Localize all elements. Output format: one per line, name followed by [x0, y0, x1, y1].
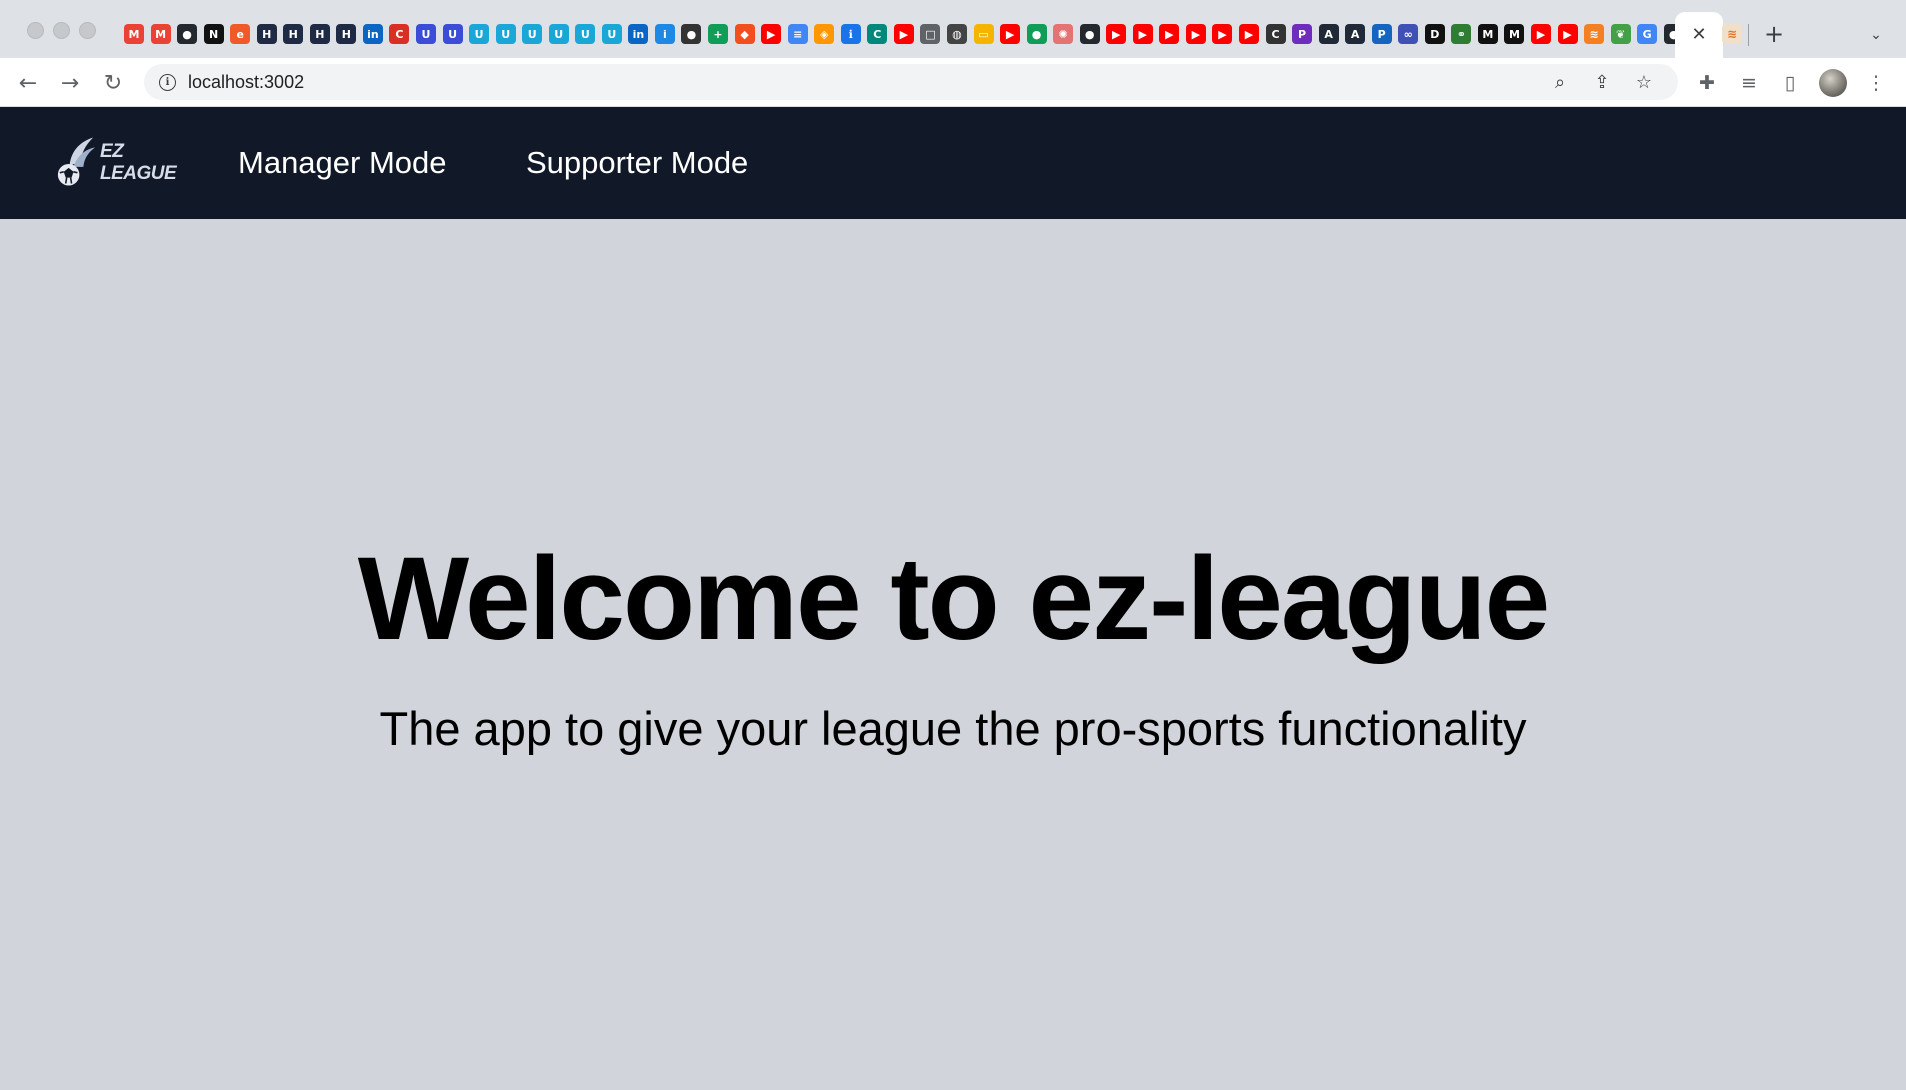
logo-text: EZ LEAGUE: [100, 141, 177, 184]
bookmark-star-icon[interactable]: ☆: [1632, 70, 1656, 94]
youtube-icon[interactable]: ▶: [1185, 24, 1206, 44]
url-text[interactable]: localhost:3002: [188, 72, 304, 93]
leaf-icon[interactable]: ❦: [1610, 24, 1631, 44]
youtube-icon[interactable]: ▶: [1530, 24, 1551, 44]
cc-icon[interactable]: C: [389, 24, 410, 44]
nav-supporter-mode[interactable]: Supporter Mode: [526, 145, 748, 181]
minimize-window-icon[interactable]: [53, 22, 70, 39]
infinity-icon[interactable]: ∞: [1398, 24, 1419, 44]
plus-icon[interactable]: +: [708, 24, 729, 44]
u-icon[interactable]: U: [442, 24, 463, 44]
app-navbar: EZ LEAGUE Manager Mode Supporter Mode: [0, 107, 1906, 219]
h-icon[interactable]: H: [336, 24, 357, 44]
google-icon[interactable]: G: [1637, 24, 1658, 44]
u-icon[interactable]: U: [495, 24, 516, 44]
a-icon[interactable]: A: [1318, 24, 1339, 44]
youtube-icon[interactable]: ▶: [1000, 24, 1021, 44]
hero-title: Welcome to ez-league: [357, 533, 1551, 665]
docs-icon[interactable]: ≡: [787, 24, 808, 44]
linkedin-icon[interactable]: in: [362, 24, 383, 44]
pinned-tabs: M M ● Ne H H H Hin C U U U U U U U Uin i ● + ◆ ▶ ≡ ◈ ℹ C ▶ □ ◍ ▭ ▶ ● ✺ ● ▶…: [124, 22, 1690, 46]
hero-subtitle: The app to give your league the pro-spor…: [379, 702, 1527, 755]
zoom-window-icon[interactable]: [79, 22, 96, 39]
address-bar[interactable]: i localhost:3002 ⌕ ⇪ ☆: [144, 64, 1678, 100]
figma-icon[interactable]: ◆: [734, 24, 755, 44]
more-menu-icon[interactable]: ⋮: [1863, 70, 1889, 96]
youtube-icon[interactable]: ▶: [1212, 24, 1233, 44]
tab-strip: M M ● Ne H H H Hin C U U U U U U U Uin i ● + ◆ ▶ ≡ ◈ ℹ C ▶ □ ◍ ▭ ▶ ● ✺ ● ▶…: [0, 0, 1906, 58]
reading-list-icon[interactable]: ≡: [1736, 70, 1762, 96]
stackoverflow-icon[interactable]: ≋: [1722, 24, 1742, 44]
extensions-icon[interactable]: ✚: [1694, 70, 1720, 96]
browser-chrome: M M ● Ne H H H Hin C U U U U U U U Uin i ● + ◆ ▶ ≡ ◈ ℹ C ▶ □ ◍ ▭ ▶ ● ✺ ● ▶…: [0, 0, 1906, 107]
youtube-icon[interactable]: ▶: [1132, 24, 1153, 44]
e-icon[interactable]: e: [230, 24, 251, 44]
u-icon[interactable]: U: [575, 24, 596, 44]
tab-separator: [1748, 24, 1749, 46]
m-icon[interactable]: M: [1477, 24, 1498, 44]
youtube-icon[interactable]: ▶: [1557, 24, 1578, 44]
p-icon[interactable]: P: [1292, 24, 1313, 44]
new-tab-icon[interactable]: +: [1760, 20, 1788, 48]
youtube-icon[interactable]: ▶: [1159, 24, 1180, 44]
profile-avatar[interactable]: [1819, 69, 1847, 97]
green-circle-icon[interactable]: ●: [1026, 24, 1047, 44]
globe-icon[interactable]: ◍: [946, 24, 967, 44]
u-icon[interactable]: U: [522, 24, 543, 44]
nav-manager-mode[interactable]: Manager Mode: [238, 145, 447, 181]
youtube-icon[interactable]: ▶: [1238, 24, 1259, 44]
h-icon[interactable]: H: [309, 24, 330, 44]
github-icon[interactable]: ●: [1079, 24, 1100, 44]
info-icon[interactable]: i: [654, 24, 675, 44]
github-icon[interactable]: ●: [177, 24, 198, 44]
u-icon[interactable]: U: [469, 24, 490, 44]
app-logo[interactable]: EZ LEAGUE: [52, 135, 202, 191]
side-panel-icon[interactable]: ▯: [1777, 70, 1803, 96]
u-icon[interactable]: U: [548, 24, 569, 44]
forward-icon[interactable]: →: [55, 68, 85, 98]
stackoverflow-icon[interactable]: ≋: [1584, 24, 1605, 44]
gmail-icon[interactable]: M: [150, 24, 171, 44]
back-icon[interactable]: ←: [13, 68, 43, 98]
link-icon[interactable]: ⚭: [1451, 24, 1472, 44]
square-icon[interactable]: □: [920, 24, 941, 44]
h-icon[interactable]: H: [283, 24, 304, 44]
a-icon[interactable]: A: [1345, 24, 1366, 44]
dev-icon[interactable]: D: [1424, 24, 1445, 44]
close-tab-icon[interactable]: ✕: [1687, 22, 1711, 46]
p-icon[interactable]: P: [1371, 24, 1392, 44]
u-icon[interactable]: U: [416, 24, 437, 44]
c-icon[interactable]: C: [867, 24, 888, 44]
slides-icon[interactable]: ▭: [973, 24, 994, 44]
h-icon[interactable]: H: [256, 24, 277, 44]
youtube-icon[interactable]: ▶: [893, 24, 914, 44]
gmail-icon[interactable]: M: [124, 24, 144, 44]
page-viewport: EZ LEAGUE Manager Mode Supporter Mode We…: [0, 107, 1906, 1090]
browser-toolbar: ← → ↻ i localhost:3002 ⌕ ⇪ ☆ ✚ ≡ ▯ ⋮: [0, 58, 1906, 107]
linkedin-icon[interactable]: in: [628, 24, 649, 44]
site-info-icon[interactable]: i: [159, 74, 176, 91]
youtube-icon[interactable]: ▶: [1106, 24, 1127, 44]
m-icon[interactable]: M: [1504, 24, 1525, 44]
info-icon[interactable]: ℹ: [840, 24, 861, 44]
notion-icon[interactable]: N: [203, 24, 224, 44]
zoom-icon[interactable]: ⌕: [1548, 70, 1572, 94]
share-icon[interactable]: ⇪: [1590, 70, 1614, 94]
u-icon[interactable]: U: [601, 24, 622, 44]
c-icon[interactable]: C: [1265, 24, 1286, 44]
reload-icon[interactable]: ↻: [98, 68, 128, 98]
close-window-icon[interactable]: [27, 22, 44, 39]
openai-icon[interactable]: ✺: [1053, 24, 1074, 44]
circle-icon[interactable]: ●: [681, 24, 702, 44]
youtube-icon[interactable]: ▶: [761, 24, 782, 44]
soccer-ball-logo-icon: [57, 137, 96, 186]
chevron-down-icon[interactable]: ⌄: [1863, 22, 1889, 48]
layers-icon[interactable]: ◈: [814, 24, 835, 44]
